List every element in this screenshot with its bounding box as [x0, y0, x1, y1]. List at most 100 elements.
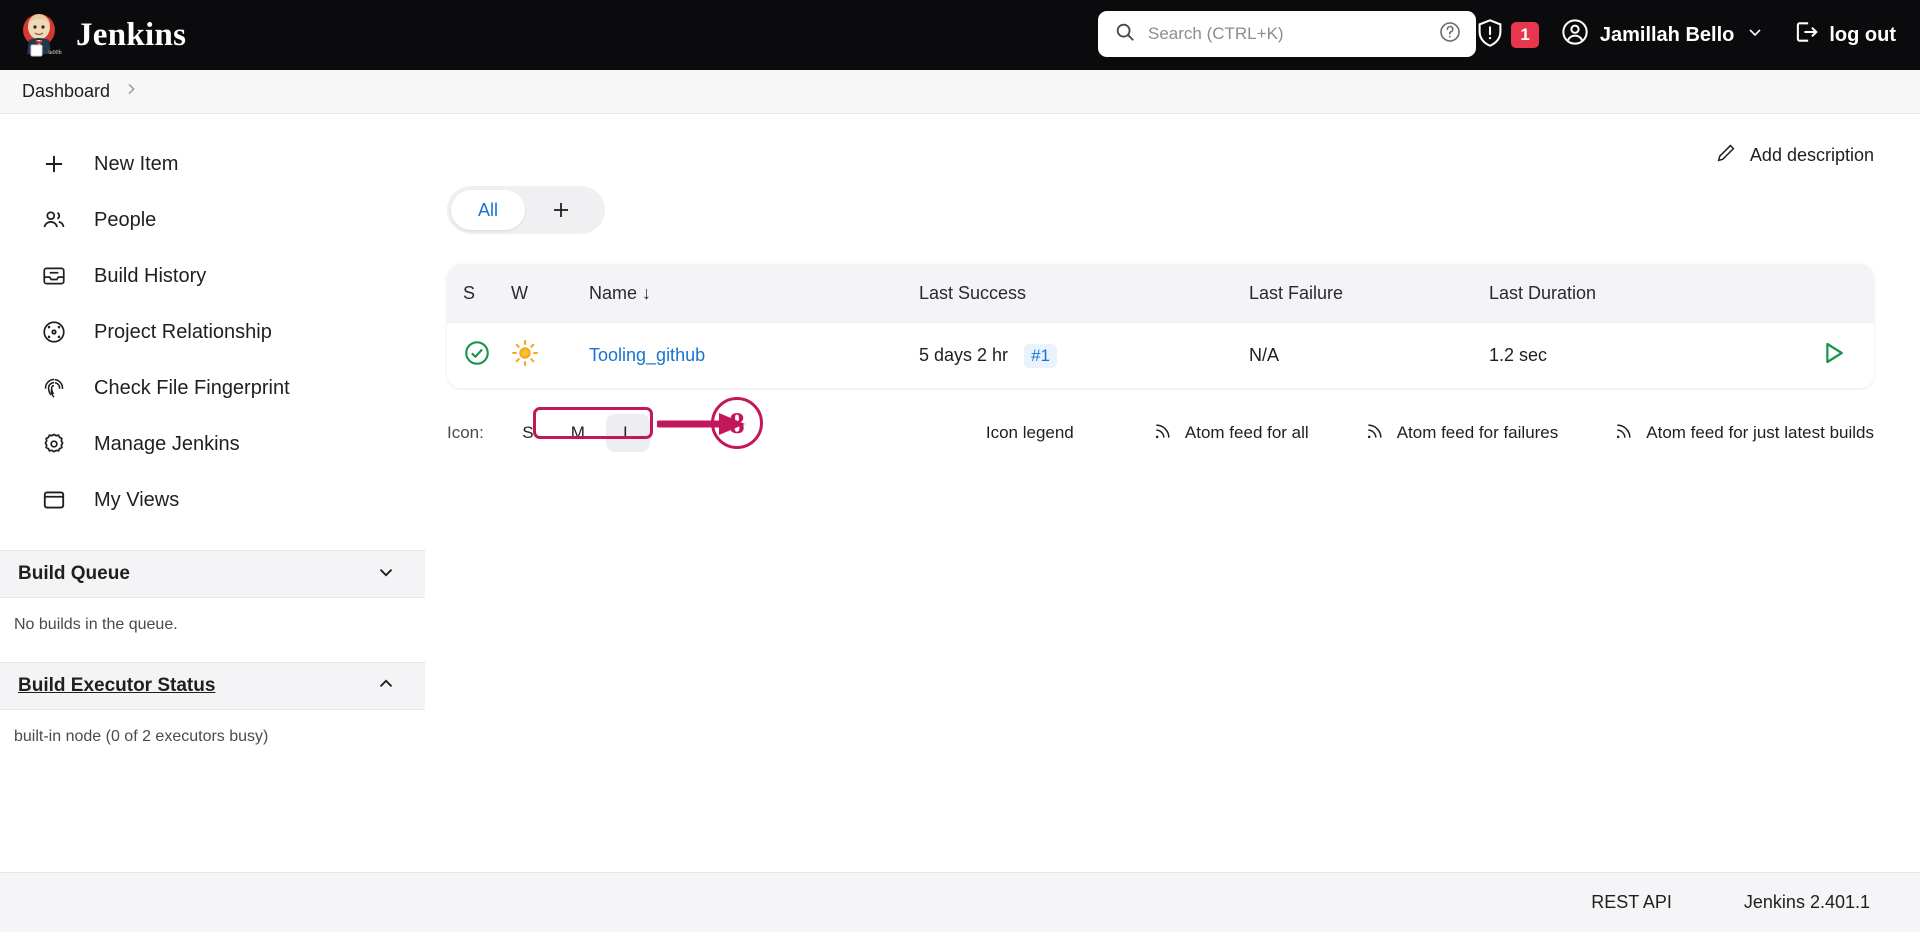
sidebar-item-manage-jenkins[interactable]: Manage Jenkins: [0, 416, 425, 472]
target-circle-icon: [40, 318, 68, 346]
rest-api-link[interactable]: REST API: [1591, 892, 1672, 913]
jenkins-version-label: Jenkins 2.401.1: [1743, 892, 1870, 912]
view-tabbar: All: [447, 186, 605, 234]
job-weather-icon-cell: [511, 339, 589, 372]
last-success-build-link[interactable]: #1: [1024, 343, 1057, 368]
table-header-row: S W Name ↓ Last Success Last Failure Las…: [447, 264, 1874, 322]
add-view-button[interactable]: [525, 190, 597, 230]
jenkins-butler-logo-icon: \u00b7: [18, 12, 65, 58]
logout-icon: [1793, 19, 1819, 51]
plus-icon: [554, 203, 568, 217]
job-last-duration-cell: 1.2 sec: [1489, 345, 1749, 366]
last-duration-value: 1.2 sec: [1489, 345, 1548, 365]
logout-button[interactable]: log out: [1793, 19, 1896, 51]
page-body: New Item People Build History Project Re…: [0, 114, 1920, 931]
icon-size-m[interactable]: M: [556, 414, 600, 452]
icon-size-label: Icon:: [447, 423, 484, 442]
build-executor-title: Build Executor Status: [18, 675, 216, 696]
jenkins-home-link[interactable]: \u00b7 Jenkins: [18, 12, 186, 58]
icon-size-l[interactable]: L: [605, 414, 650, 452]
sidebar-item-label: Project Relationship: [94, 320, 272, 343]
sidebar-item-build-history[interactable]: Build History: [0, 248, 425, 304]
sidebar-item-label: Build History: [94, 264, 207, 287]
search-input[interactable]: [1146, 23, 1428, 45]
security-warnings-button[interactable]: 1: [1476, 18, 1539, 53]
check-circle-icon[interactable]: [463, 339, 491, 372]
icon-legend-link[interactable]: Icon legend: [986, 423, 1074, 443]
sidebar-item-label: My Views: [94, 488, 180, 511]
help-circle-icon[interactable]: [1438, 20, 1462, 49]
sidebar: New Item People Build History Project Re…: [0, 114, 425, 931]
add-description-button[interactable]: Add description: [1715, 142, 1874, 169]
sidebar-item-label: People: [94, 208, 157, 231]
sidebar-item-new-item[interactable]: New Item: [0, 136, 425, 192]
gear-icon: [40, 430, 68, 458]
column-header-name-label: Name: [589, 282, 638, 303]
breadcrumb: Dashboard: [0, 70, 1920, 114]
build-executor-status-text: built-in node (0 of 2 executors busy): [14, 728, 269, 745]
inbox-icon: [40, 262, 68, 290]
table-row: Tooling_github 5 days 2 hr #1 N/A 1.2 se…: [447, 322, 1874, 388]
add-description-label: Add description: [1749, 145, 1874, 165]
job-last-failure-cell: N/A: [1249, 345, 1489, 366]
atom-feed-label: Atom feed for failures: [1396, 423, 1559, 442]
window-icon: [40, 486, 68, 514]
job-status-icon-cell: [463, 339, 511, 372]
people-icon: [40, 206, 68, 234]
atom-feed-all-link[interactable]: Atom feed for all: [1153, 421, 1309, 446]
sort-desc-arrow-icon: ↓: [642, 282, 652, 303]
chevron-up-icon[interactable]: [375, 673, 397, 700]
job-link-tooling-github[interactable]: Tooling_github: [589, 345, 705, 366]
logout-label: log out: [1829, 23, 1896, 46]
column-header-last-failure[interactable]: Last Failure: [1249, 283, 1489, 304]
sidebar-item-people[interactable]: People: [0, 192, 425, 248]
icon-size-s[interactable]: S: [506, 414, 550, 452]
column-header-last-success[interactable]: Last Success: [919, 283, 1249, 304]
breadcrumb-item-dashboard[interactable]: Dashboard: [22, 81, 110, 102]
page-footer: REST API Jenkins 2.401.1: [0, 872, 1920, 932]
atom-feed-failures-link[interactable]: Atom feed for failures: [1365, 421, 1559, 446]
column-header-last-duration[interactable]: Last Duration: [1489, 283, 1749, 304]
chevron-down-icon: [1745, 22, 1765, 48]
rss-icon: [1365, 421, 1385, 446]
tab-label: All: [477, 199, 498, 220]
play-triangle-icon[interactable]: [1818, 338, 1848, 373]
avatar-icon: [1561, 18, 1589, 52]
jobs-table: S W Name ↓ Last Success Last Failure Las…: [447, 264, 1874, 388]
sidebar-item-label: Check File Fingerprint: [94, 376, 290, 399]
search-icon: [1114, 21, 1136, 48]
atom-feed-label: Atom feed for all: [1184, 423, 1309, 442]
main-content: Add description All S W Name ↓ Last Succ…: [425, 114, 1920, 931]
table-footer-controls: Icon: S M L Icon legend Atom feed for al…: [447, 414, 1874, 452]
sidebar-item-check-file-fingerprint[interactable]: Check File Fingerprint: [0, 360, 425, 416]
fingerprint-icon: [40, 374, 68, 402]
svg-text:\u00b7: \u00b7: [48, 50, 62, 56]
column-header-status[interactable]: S: [463, 283, 511, 304]
build-queue-title: Build Queue: [18, 563, 130, 584]
build-executor-panel-header[interactable]: Build Executor Status: [0, 662, 425, 710]
top-header: \u00b7 Jenkins: [0, 0, 1920, 70]
chevron-down-icon[interactable]: [375, 561, 397, 588]
sidebar-item-label: Manage Jenkins: [94, 432, 240, 455]
search-box[interactable]: [1098, 11, 1476, 57]
build-queue-panel-header[interactable]: Build Queue: [0, 550, 425, 598]
column-header-weather[interactable]: W: [511, 283, 589, 304]
atom-feeds: Atom feed for all Atom feed for failures: [1153, 421, 1874, 446]
atom-feed-latest-builds-link[interactable]: Atom feed for just latest builds: [1614, 421, 1874, 446]
pencil-icon: [1715, 142, 1737, 169]
sunny-icon[interactable]: [511, 339, 539, 372]
job-actions-cell: [1749, 338, 1874, 373]
atom-feed-label: Atom feed for just latest builds: [1646, 423, 1874, 442]
user-name-label: Jamillah Bello: [1599, 23, 1735, 46]
build-queue-empty-text: No builds in the queue.: [14, 616, 178, 633]
last-success-value: 5 days 2 hr: [919, 345, 1009, 365]
sidebar-item-my-views[interactable]: My Views: [0, 472, 425, 528]
sidebar-item-project-relationship[interactable]: Project Relationship: [0, 304, 425, 360]
security-badge-count: 1: [1511, 22, 1539, 48]
column-header-name[interactable]: Name ↓: [589, 283, 919, 304]
brand-title: Jenkins: [76, 16, 187, 53]
user-menu-button[interactable]: Jamillah Bello: [1561, 18, 1766, 52]
plus-icon: [40, 150, 68, 178]
job-name-cell: Tooling_github: [589, 345, 919, 366]
tab-all[interactable]: All: [451, 190, 525, 230]
